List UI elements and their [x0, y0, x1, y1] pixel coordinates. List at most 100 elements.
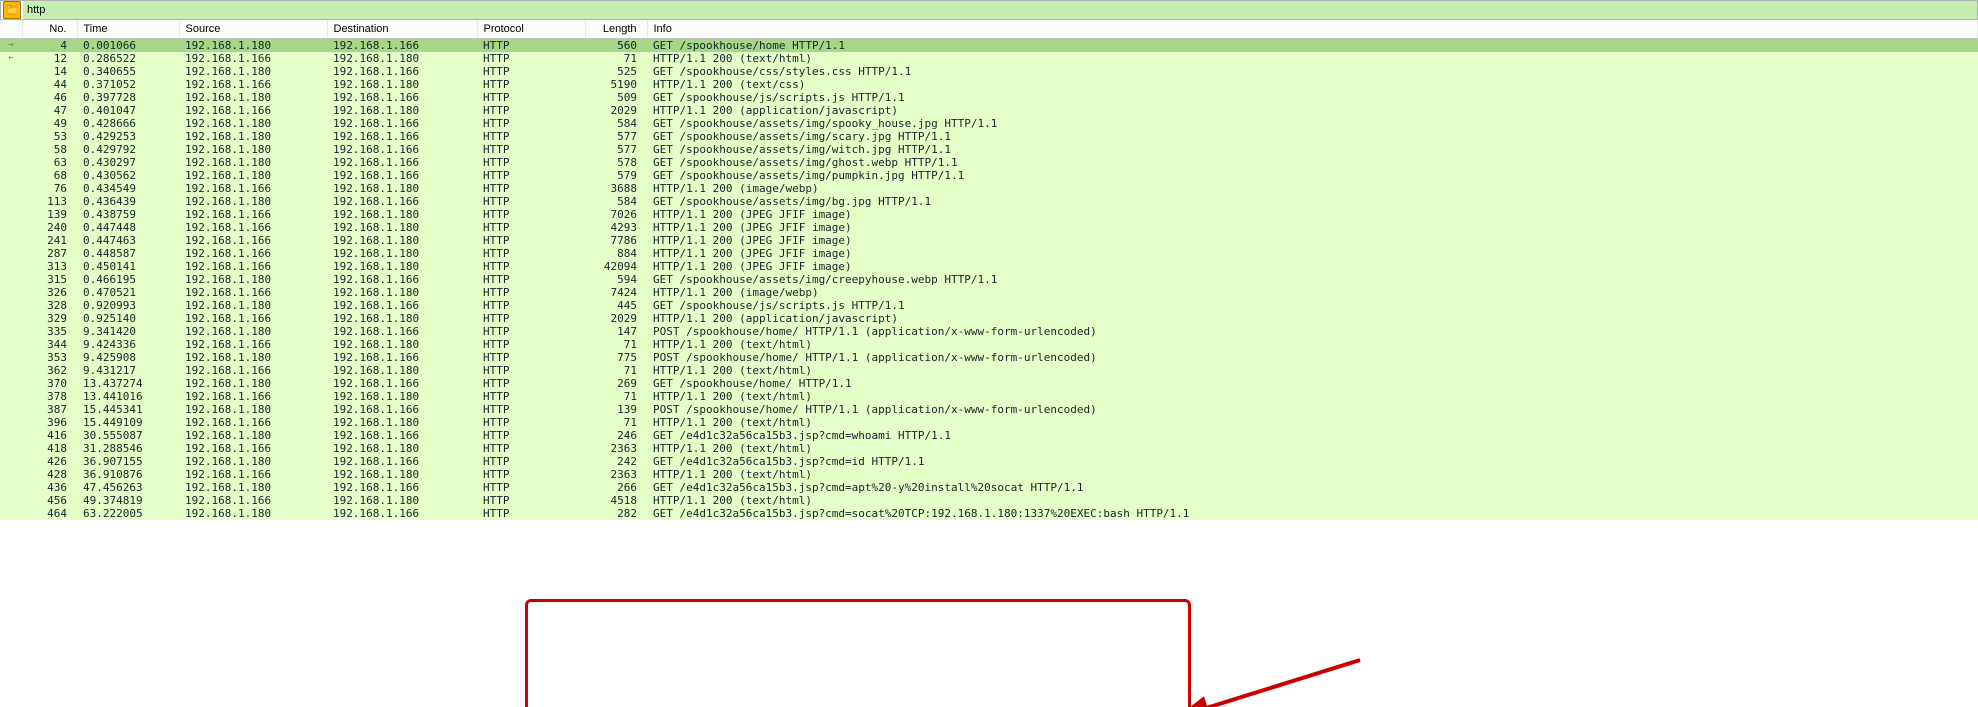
table-row[interactable]: 3629.431217192.168.1.166192.168.1.180HTT…	[0, 364, 1978, 377]
cell-info: HTTP/1.1 200 (text/html)	[647, 442, 1978, 455]
table-row[interactable]: 3280.920993192.168.1.180192.168.1.166HTT…	[0, 299, 1978, 312]
cell-info: HTTP/1.1 200 (text/html)	[647, 390, 1978, 403]
col-edge[interactable]	[0, 20, 22, 38]
cell-edge	[0, 286, 22, 299]
table-row[interactable]: 760.434549192.168.1.166192.168.1.180HTTP…	[0, 182, 1978, 195]
table-row[interactable]: 580.429792192.168.1.180192.168.1.166HTTP…	[0, 143, 1978, 156]
cell-source: 192.168.1.180	[179, 65, 327, 78]
col-info[interactable]: Info	[647, 20, 1978, 38]
table-row[interactable]: 37813.441016192.168.1.166192.168.1.180HT…	[0, 390, 1978, 403]
table-row[interactable]: 530.429253192.168.1.180192.168.1.166HTTP…	[0, 130, 1978, 143]
table-row[interactable]: 3150.466195192.168.1.180192.168.1.166HTT…	[0, 273, 1978, 286]
cell-protocol: HTTP	[477, 260, 585, 273]
cell-length: 584	[585, 195, 647, 208]
table-row[interactable]: 39615.449109192.168.1.166192.168.1.180HT…	[0, 416, 1978, 429]
table-row[interactable]: 3539.425908192.168.1.180192.168.1.166HTT…	[0, 351, 1978, 364]
table-row[interactable]: 1130.436439192.168.1.180192.168.1.166HTT…	[0, 195, 1978, 208]
cell-info: HTTP/1.1 200 (text/css)	[647, 78, 1978, 91]
table-row[interactable]: 1390.438759192.168.1.166192.168.1.180HTT…	[0, 208, 1978, 221]
table-row[interactable]: 42836.910876192.168.1.166192.168.1.180HT…	[0, 468, 1978, 481]
cell-source: 192.168.1.166	[179, 182, 327, 195]
cell-time: 0.430297	[77, 156, 179, 169]
cell-source: 192.168.1.180	[179, 143, 327, 156]
cell-time: 0.430562	[77, 169, 179, 182]
cell-no: 426	[22, 455, 77, 468]
table-row[interactable]: →40.001066192.168.1.180192.168.1.166HTTP…	[0, 38, 1978, 52]
table-row[interactable]: 46463.222005192.168.1.180192.168.1.166HT…	[0, 507, 1978, 520]
table-row[interactable]: 460.397728192.168.1.180192.168.1.166HTTP…	[0, 91, 1978, 104]
cell-protocol: HTTP	[477, 364, 585, 377]
table-row[interactable]: 2400.447448192.168.1.166192.168.1.180HTT…	[0, 221, 1978, 234]
cell-length: 2363	[585, 442, 647, 455]
cell-destination: 192.168.1.180	[327, 468, 477, 481]
table-row[interactable]: 3130.450141192.168.1.166192.168.1.180HTT…	[0, 260, 1978, 273]
cell-destination: 192.168.1.180	[327, 104, 477, 117]
cell-no: 353	[22, 351, 77, 364]
cell-time: 13.437274	[77, 377, 179, 390]
table-row[interactable]: 440.371052192.168.1.166192.168.1.180HTTP…	[0, 78, 1978, 91]
bookmark-icon[interactable]	[3, 1, 21, 19]
cell-no: 240	[22, 221, 77, 234]
table-row[interactable]: 38715.445341192.168.1.180192.168.1.166HT…	[0, 403, 1978, 416]
table-row[interactable]: 37013.437274192.168.1.180192.168.1.166HT…	[0, 377, 1978, 390]
cell-source: 192.168.1.180	[179, 377, 327, 390]
cell-edge	[0, 234, 22, 247]
table-row[interactable]: 2870.448587192.168.1.166192.168.1.180HTT…	[0, 247, 1978, 260]
cell-source: 192.168.1.166	[179, 416, 327, 429]
cell-info: HTTP/1.1 200 (JPEG JFIF image)	[647, 208, 1978, 221]
cell-destination: 192.168.1.166	[327, 325, 477, 338]
table-row[interactable]: 3449.424336192.168.1.166192.168.1.180HTT…	[0, 338, 1978, 351]
cell-destination: 192.168.1.180	[327, 234, 477, 247]
cell-edge	[0, 416, 22, 429]
cell-time: 0.466195	[77, 273, 179, 286]
cell-no: 68	[22, 169, 77, 182]
col-destination[interactable]: Destination	[327, 20, 477, 38]
cell-source: 192.168.1.166	[179, 208, 327, 221]
cell-length: 2363	[585, 468, 647, 481]
cell-destination: 192.168.1.166	[327, 130, 477, 143]
table-row[interactable]: 43647.456263192.168.1.180192.168.1.166HT…	[0, 481, 1978, 494]
table-row[interactable]: 630.430297192.168.1.180192.168.1.166HTTP…	[0, 156, 1978, 169]
table-row[interactable]: 41630.555087192.168.1.180192.168.1.166HT…	[0, 429, 1978, 442]
cell-info: GET /spookhouse/assets/img/scary.jpg HTT…	[647, 130, 1978, 143]
cell-edge	[0, 182, 22, 195]
cell-no: 387	[22, 403, 77, 416]
cell-info: GET /spookhouse/assets/img/creepyhouse.w…	[647, 273, 1978, 286]
col-source[interactable]: Source	[179, 20, 327, 38]
col-time[interactable]: Time	[77, 20, 179, 38]
table-row[interactable]: 680.430562192.168.1.180192.168.1.166HTTP…	[0, 169, 1978, 182]
cell-destination: 192.168.1.180	[327, 78, 477, 91]
cell-no: 49	[22, 117, 77, 130]
cell-source: 192.168.1.180	[179, 38, 327, 52]
display-filter-input[interactable]: http	[23, 1, 1977, 19]
cell-length: 7786	[585, 234, 647, 247]
cell-source: 192.168.1.180	[179, 169, 327, 182]
table-row[interactable]: 42636.907155192.168.1.180192.168.1.166HT…	[0, 455, 1978, 468]
table-row[interactable]: 3290.925140192.168.1.166192.168.1.180HTT…	[0, 312, 1978, 325]
cell-length: 3688	[585, 182, 647, 195]
table-row[interactable]: 470.401047192.168.1.166192.168.1.180HTTP…	[0, 104, 1978, 117]
table-row[interactable]: 3260.470521192.168.1.166192.168.1.180HTT…	[0, 286, 1978, 299]
cell-protocol: HTTP	[477, 234, 585, 247]
table-row[interactable]: 490.428666192.168.1.180192.168.1.166HTTP…	[0, 117, 1978, 130]
cell-destination: 192.168.1.180	[327, 364, 477, 377]
table-row[interactable]: 3359.341420192.168.1.180192.168.1.166HTT…	[0, 325, 1978, 338]
cell-edge	[0, 403, 22, 416]
table-row[interactable]: 140.340655192.168.1.180192.168.1.166HTTP…	[0, 65, 1978, 78]
table-row[interactable]: 45649.374819192.168.1.166192.168.1.180HT…	[0, 494, 1978, 507]
cell-length: 579	[585, 169, 647, 182]
cell-length: 578	[585, 156, 647, 169]
cell-edge	[0, 338, 22, 351]
table-row[interactable]: ←120.286522192.168.1.166192.168.1.180HTT…	[0, 52, 1978, 65]
col-length[interactable]: Length	[585, 20, 647, 38]
display-filter-text: http	[27, 4, 45, 16]
cell-length: 584	[585, 117, 647, 130]
cell-destination: 192.168.1.166	[327, 38, 477, 52]
col-no[interactable]: No.	[22, 20, 77, 38]
table-row[interactable]: 2410.447463192.168.1.166192.168.1.180HTT…	[0, 234, 1978, 247]
col-protocol[interactable]: Protocol	[477, 20, 585, 38]
table-row[interactable]: 41831.288546192.168.1.166192.168.1.180HT…	[0, 442, 1978, 455]
cell-no: 416	[22, 429, 77, 442]
cell-destination: 192.168.1.180	[327, 312, 477, 325]
cell-length: 71	[585, 338, 647, 351]
